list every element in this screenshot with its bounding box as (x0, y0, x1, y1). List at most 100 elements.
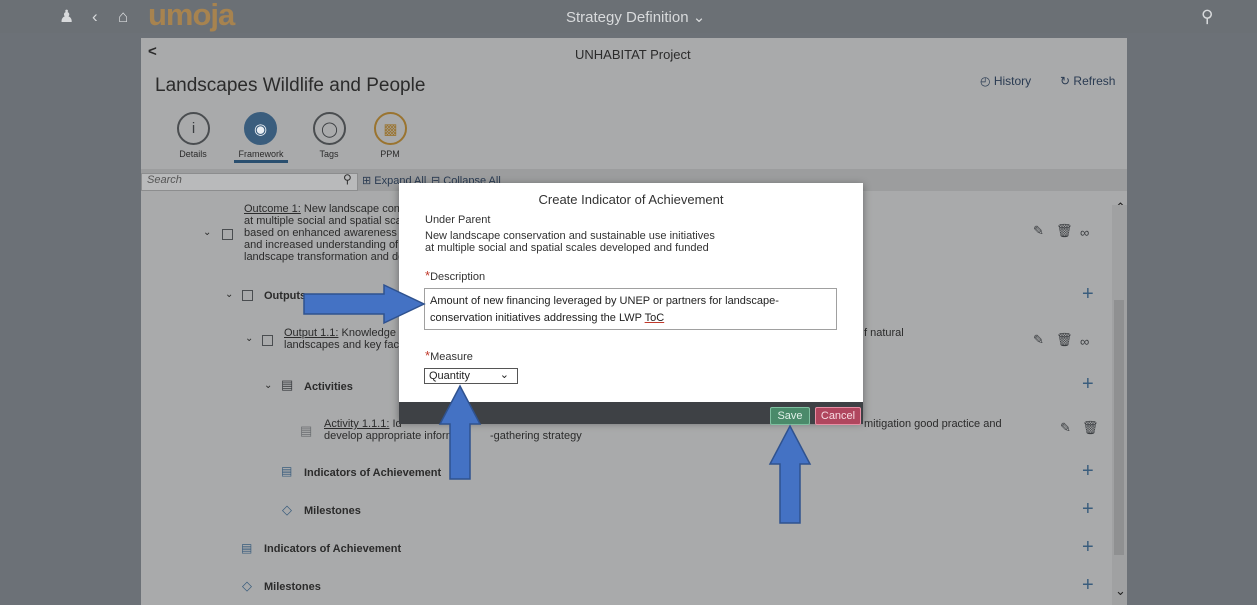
search-placeholder: Search (147, 174, 182, 186)
tab-ppm[interactable]: PPM (360, 149, 420, 159)
refresh-button[interactable]: ↻ Refresh (1060, 74, 1115, 88)
milestones-inner-label: Milestones (304, 505, 361, 517)
output-link[interactable]: Output 1.1: (284, 327, 338, 339)
output-line-1: Knowledge (341, 327, 396, 339)
milestone-icon: ◇ (282, 502, 292, 517)
under-parent-line-2: at multiple social and spatial scales de… (425, 242, 709, 254)
outcome-link[interactable]: Outcome 1: (244, 203, 301, 215)
measure-value: Quantity (429, 370, 470, 382)
chevron-down-icon: ⌄ (499, 369, 509, 381)
add-indicator-button[interactable]: + (1082, 536, 1094, 559)
indicator-icon: ▤ (281, 464, 293, 478)
outcome-line-1: New landscape con (303, 203, 400, 215)
activity-line-2-tail: -gathering strategy (490, 430, 582, 442)
back-icon[interactable]: ‹ (92, 0, 98, 33)
tab-selection-indicator (234, 160, 288, 163)
chevron-down-icon[interactable]: ⌄ (245, 333, 253, 344)
outcome-icon (222, 229, 233, 240)
chevron-down-icon: ⌄ (692, 9, 706, 26)
measure-label: *Measure (425, 348, 473, 363)
scroll-down-icon[interactable]: ⌄ (1115, 583, 1126, 599)
view-icon[interactable]: ∞ (1080, 334, 1089, 349)
clipboard-icon: ▤ (300, 423, 313, 438)
search-icon[interactable]: ⚲ (343, 172, 352, 186)
history-button[interactable]: ◴ History (980, 74, 1031, 88)
refresh-icon: ↻ (1060, 74, 1071, 88)
indicators-inner-label: Indicators of Achievement (304, 467, 442, 479)
edit-icon[interactable]: ✎ (1033, 223, 1044, 239)
under-parent-line-1: New landscape conservation and sustainab… (425, 230, 715, 242)
chevron-down-icon[interactable]: ⌄ (203, 227, 211, 238)
umoja-logo: umoja (148, 0, 235, 32)
page-subtitle: UNHABITAT Project (575, 47, 691, 62)
annotation-arrow-up-save (768, 424, 812, 524)
output-text[interactable]: Output 1.1: Knowledge landscapes and key… (284, 327, 402, 351)
add-indicator-button[interactable]: + (1082, 460, 1094, 483)
chevron-down-icon[interactable]: ⌄ (264, 380, 272, 391)
milestones-outer-label: Milestones (264, 581, 321, 593)
target-icon[interactable]: ◉ (244, 112, 277, 145)
under-parent-label: Under Parent (425, 214, 491, 226)
tab-tags[interactable]: Tags (299, 149, 359, 159)
arrow-shape (303, 283, 426, 325)
output-text-tail: f natural (864, 327, 904, 339)
description-value[interactable]: Amount of new financing leveraged by UNE… (430, 293, 830, 327)
edit-icon[interactable]: ✎ (1060, 420, 1071, 436)
tab-framework[interactable]: Framework (231, 149, 291, 159)
ppm-icon[interactable]: ▩ (374, 112, 407, 145)
tab-details[interactable]: Details (163, 149, 223, 159)
output-line-2: landscapes and key fact (284, 339, 403, 351)
add-milestone-button[interactable]: + (1082, 574, 1094, 597)
history-label: History (993, 74, 1032, 88)
scrollbar-thumb[interactable] (1114, 300, 1124, 555)
delete-icon[interactable]: 🗑 (1082, 420, 1099, 436)
description-label-text: Description (430, 271, 486, 283)
annotation-arrow-up-measure (438, 384, 482, 480)
outcome-line-5: landscape transformation and de (244, 251, 405, 263)
save-button[interactable]: Save (770, 407, 810, 425)
add-output-button[interactable]: + (1082, 283, 1094, 306)
description-line-1: Amount of new financing leveraged by UNE… (430, 295, 779, 307)
edit-icon[interactable]: ✎ (1033, 332, 1044, 348)
outcome-text[interactable]: Outcome 1: New landscape con at multiple… (244, 203, 406, 263)
tag-icon[interactable]: ◯ (313, 112, 346, 145)
measure-select[interactable]: Quantity ⌄ (424, 368, 518, 384)
cancel-button[interactable]: Cancel (815, 407, 861, 425)
add-milestone-button[interactable]: + (1082, 498, 1094, 521)
view-icon[interactable]: ∞ (1080, 225, 1089, 240)
description-line-2: conservation initiatives addressing the … (430, 312, 645, 324)
search-icon[interactable]: ⚲ (1201, 0, 1213, 33)
description-toc: ToC (644, 312, 665, 324)
back-button[interactable]: < (148, 43, 157, 60)
home-icon[interactable]: ⌂ (118, 0, 128, 33)
indicators-outer-label: Indicators of Achievement (264, 543, 402, 555)
chevron-down-icon[interactable]: ⌄ (225, 289, 233, 300)
delete-icon[interactable]: 🗑 (1056, 332, 1073, 348)
indicator-icon: ▤ (241, 541, 253, 555)
output-icon (262, 335, 273, 346)
app-title-text: Strategy Definition (566, 9, 689, 26)
outputs-icon (242, 290, 253, 301)
activities-label: Activities (304, 381, 353, 393)
add-activity-button[interactable]: + (1082, 373, 1094, 396)
refresh-label: Refresh (1073, 74, 1116, 88)
clipboard-icon: ▤ (281, 377, 294, 392)
measure-label-text: Measure (430, 351, 473, 363)
info-icon[interactable]: i (177, 112, 210, 145)
annotation-arrow-right (303, 283, 426, 325)
page-title: Landscapes Wildlife and People (155, 75, 426, 96)
app-title[interactable]: Strategy Definition ⌄ (566, 8, 705, 26)
arrow-shape (768, 424, 812, 524)
outcome-line-2: at multiple social and spatial sca (244, 215, 402, 227)
activity-link[interactable]: Activity 1.1.1: (324, 418, 389, 430)
milestone-icon: ◇ (242, 578, 252, 593)
clock-icon: ◴ (980, 74, 991, 88)
description-label: *Description (425, 268, 485, 283)
activity-text-tail: mitigation good practice and (864, 418, 1002, 430)
delete-icon[interactable]: 🗑 (1056, 223, 1073, 239)
arrow-shape (438, 384, 482, 480)
outcome-line-3: based on enhanced awareness a (244, 227, 407, 239)
user-icon[interactable]: ♟ (59, 0, 74, 33)
outcome-line-4: and increased understanding of (244, 239, 399, 251)
dialog-title: Create Indicator of Achievement (538, 192, 724, 207)
